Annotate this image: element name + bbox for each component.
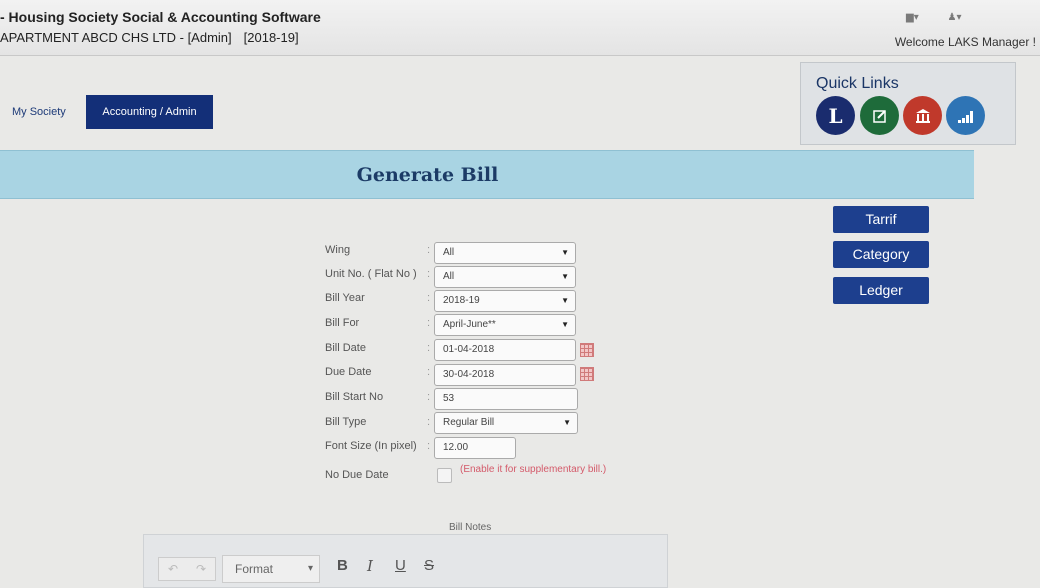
nav-my-society[interactable]: My Society — [12, 106, 66, 118]
editor-toolbar: ↶ ↷ Format B I U S — [143, 534, 668, 588]
bill-date-input[interactable]: 01-04-2018 — [434, 339, 576, 361]
undo-icon[interactable]: ↶ — [168, 562, 178, 576]
due-date-label: Due Date — [325, 366, 372, 378]
italic-button[interactable]: I — [367, 557, 373, 575]
wing-label: Wing — [325, 244, 351, 256]
bill-start-no-label: Bill Start No — [325, 391, 384, 403]
colon: : — [427, 244, 431, 256]
no-due-date-label: No Due Date — [325, 469, 389, 481]
font-size-input[interactable]: 12.00 — [434, 437, 516, 459]
no-due-date-note: (Enable it for supplementary bill.) — [460, 464, 607, 475]
undo-redo-group: ↶ ↷ — [158, 557, 216, 581]
colon: : — [427, 440, 431, 452]
bill-type-select[interactable]: Regular Bill — [434, 412, 578, 434]
ledger-icon[interactable]: L — [816, 96, 855, 135]
calendar-icon[interactable] — [580, 367, 594, 381]
bill-year-label: Bill Year — [325, 292, 365, 304]
tarrif-button[interactable]: Tarrif — [833, 206, 929, 233]
mail-icon[interactable]: ▆▾ — [906, 12, 919, 23]
quick-links-panel: Quick Links L — [800, 62, 1016, 145]
bill-start-no-input[interactable]: 53 — [434, 388, 578, 410]
colon: : — [427, 416, 431, 428]
due-date-input[interactable]: 30-04-2018 — [434, 364, 576, 386]
colon: : — [427, 391, 431, 403]
wing-select[interactable]: All — [434, 242, 576, 264]
ledger-button[interactable]: Ledger — [833, 277, 929, 304]
title-bar: - Housing Society Social & Accounting So… — [0, 0, 1040, 56]
calendar-icon[interactable] — [580, 343, 594, 357]
nav-accounting-admin[interactable]: Accounting / Admin — [86, 95, 213, 129]
society-line: APARTMENT ABCD CHS LTD - [Admin] [2018-19… — [0, 30, 299, 45]
quick-links-title: Quick Links — [816, 75, 899, 92]
unit-select[interactable]: All — [434, 266, 576, 288]
page-header: Generate Bill — [0, 150, 974, 199]
no-due-date-checkbox[interactable] — [437, 468, 452, 483]
colon: : — [427, 366, 431, 378]
financial-year: [2018-19] — [243, 30, 299, 45]
bill-for-select[interactable]: April-June** — [434, 314, 576, 336]
user-icon[interactable]: ♟▾ — [948, 12, 962, 23]
bill-notes-label: Bill Notes — [449, 522, 492, 533]
strikethrough-button[interactable]: S — [424, 557, 434, 574]
format-dropdown[interactable]: Format — [222, 555, 320, 583]
edit-icon[interactable] — [860, 96, 899, 135]
bill-for-label: Bill For — [325, 317, 360, 329]
colon: : — [427, 292, 431, 304]
app-title: - Housing Society Social & Accounting So… — [0, 9, 321, 25]
bold-button[interactable]: B — [337, 557, 348, 574]
bar-chart-icon[interactable] — [946, 96, 985, 135]
welcome-text: Welcome LAKS Manager ! — [894, 35, 1036, 49]
page-title: Generate Bill — [356, 164, 499, 186]
colon: : — [427, 268, 431, 280]
font-size-label: Font Size (In pixel) — [325, 440, 417, 452]
bank-icon[interactable] — [903, 96, 942, 135]
colon: : — [427, 342, 431, 354]
unit-label: Unit No. ( Flat No ) — [325, 268, 417, 280]
bill-type-label: Bill Type — [325, 416, 367, 428]
bill-year-select[interactable]: 2018-19 — [434, 290, 576, 312]
colon: : — [427, 317, 431, 329]
society-name: APARTMENT ABCD CHS LTD - [Admin] — [0, 30, 232, 45]
bill-date-label: Bill Date — [325, 342, 366, 354]
top-icons: ▆▾ ♟▾ — [906, 12, 987, 23]
underline-button[interactable]: U — [395, 557, 406, 574]
redo-icon[interactable]: ↷ — [196, 562, 206, 576]
category-button[interactable]: Category — [833, 241, 929, 268]
